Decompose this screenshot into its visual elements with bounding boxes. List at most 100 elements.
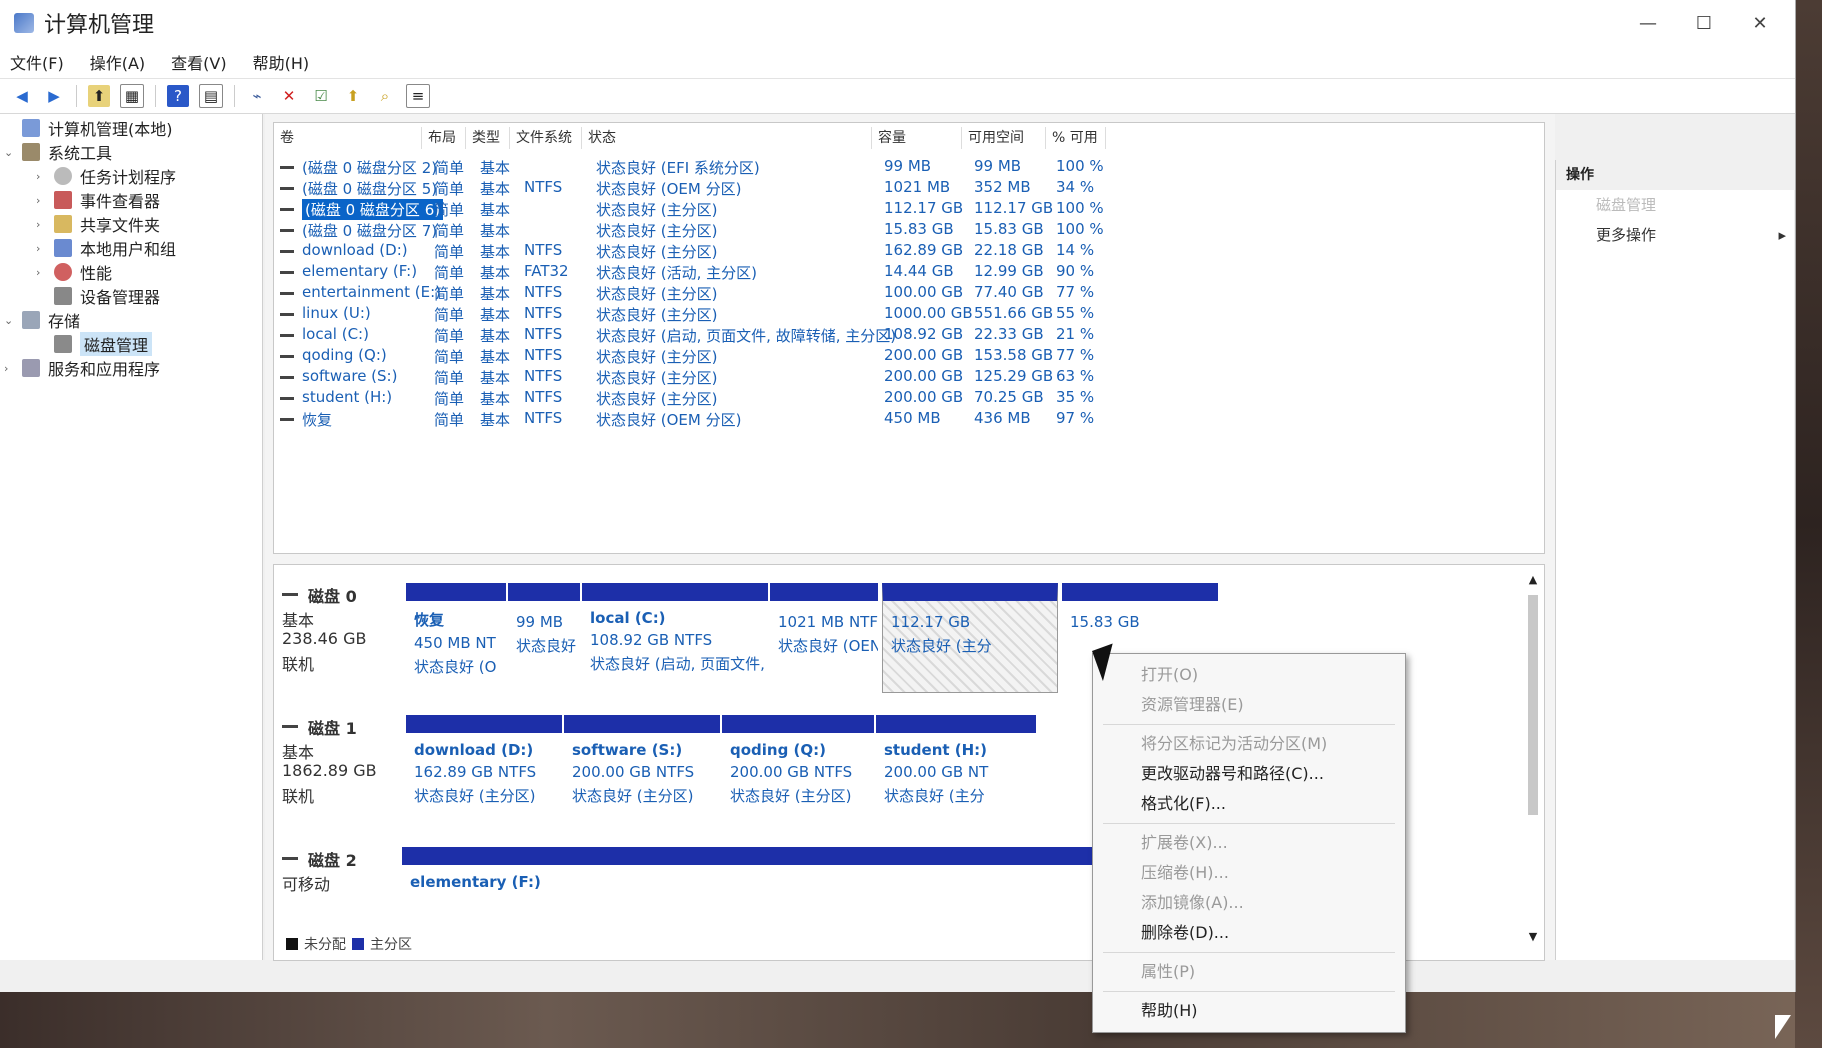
table-cell: 100 % [1056, 157, 1104, 175]
chevron-down-icon[interactable]: ⌄ [4, 314, 18, 327]
partition-status: 状态良好 (主分 [891, 637, 992, 655]
tree-item-performance[interactable]: › 性能 [36, 260, 112, 284]
partition-block[interactable]: 112.17 GB 状态良好 (主分 [882, 583, 1058, 693]
table-cell: 352 MB [974, 178, 1031, 196]
column-header-filesystem[interactable]: 文件系统 [510, 127, 582, 149]
tree-item-label: 系统工具 [48, 144, 113, 163]
table-cell: 状态良好 (活动, 主分区) [596, 264, 758, 282]
actions-pane: 操作 磁盘管理 更多操作 ▸ [1555, 160, 1794, 960]
context-menu-item[interactable]: 格式化(F)... [1093, 789, 1405, 819]
chevron-right-icon[interactable]: › [4, 362, 18, 375]
list-icon[interactable]: ≡ [406, 84, 430, 108]
menu-help[interactable]: 帮助(H) [253, 50, 310, 74]
disk-label[interactable]: 磁盘 2 可移动 [274, 847, 404, 937]
export-icon[interactable]: ⬆ [342, 85, 364, 107]
menu-action[interactable]: 操作(A) [90, 50, 145, 74]
tree-item-services-applications[interactable]: › 服务和应用程序 [4, 356, 160, 380]
table-cell: (磁盘 0 磁盘分区 5) [302, 180, 438, 198]
partition-block[interactable]: student (H:) 200.00 GB NT 状态良好 (主分 [876, 715, 1036, 825]
tree-item-local-users[interactable]: › 本地用户和组 [36, 236, 176, 260]
table-row[interactable]: 恢复 简单 基本 NTFS 状态良好 (OEM 分区) 450 MB 436 MB 97 % [274, 407, 1534, 431]
delete-icon[interactable]: ✕ [278, 85, 300, 107]
forward-icon[interactable]: ▶ [43, 85, 65, 107]
column-header-status[interactable]: 状态 [582, 127, 872, 149]
column-header-type[interactable]: 类型 [466, 127, 510, 149]
actions-more[interactable]: 更多操作 ▸ [1556, 220, 1794, 250]
partition-block[interactable]: local (C:) 108.92 GB NTFS 状态良好 (启动, 页面文件, [582, 583, 768, 693]
context-menu-item: 将分区标记为活动分区(M) [1141, 734, 1328, 753]
table-cell: NTFS [524, 388, 563, 406]
context-menu-item: 资源管理器(E) [1141, 695, 1244, 714]
legend-primary: 主分区 [370, 937, 412, 953]
tree-item-storage[interactable]: ⌄ 存储 [4, 308, 80, 332]
column-header-percent-free[interactable]: % 可用 [1046, 127, 1106, 149]
chevron-right-icon[interactable]: › [36, 266, 50, 279]
chevron-right-icon[interactable]: › [36, 194, 50, 207]
tree-item-label: 共享文件夹 [80, 216, 161, 235]
disk-label[interactable]: 磁盘 0 基本 238.46 GB 联机 [274, 583, 404, 674]
table-cell: 108.92 GB [884, 325, 964, 343]
context-menu-item[interactable]: 删除卷(D)... [1093, 918, 1405, 948]
scrollbar-thumb[interactable] [1528, 595, 1538, 815]
help-icon[interactable]: ? [167, 85, 189, 107]
column-header-layout[interactable]: 布局 [422, 127, 466, 149]
table-cell: 99 MB [884, 157, 932, 175]
partition-name: software (S:) [572, 741, 683, 759]
table-cell: 162.89 GB [884, 241, 964, 259]
maximize-button[interactable]: ☐ [1676, 0, 1732, 46]
back-icon[interactable]: ◀ [11, 85, 33, 107]
table-cell: 状态良好 (主分区) [596, 306, 718, 324]
table-cell: 简单 [434, 264, 465, 282]
context-menu-item[interactable]: 更改驱动器号和路径(C)... [1093, 759, 1405, 789]
partition-block[interactable]: 1021 MB NTF 状态良好 (OEN [770, 583, 878, 693]
tree-item-event-viewer[interactable]: › 事件查看器 [36, 188, 160, 212]
disk-status: 联机 [282, 787, 315, 806]
scroll-up-icon[interactable]: ▲ [1526, 573, 1540, 586]
menu-view[interactable]: 查看(V) [171, 50, 226, 74]
connect-icon[interactable]: ⌁ [246, 85, 268, 107]
menu-file[interactable]: 文件(F) [10, 50, 64, 74]
partition-name: download (D:) [414, 741, 534, 759]
properties-icon[interactable]: ▤ [199, 84, 223, 108]
disk-label[interactable]: 磁盘 1 基本 1862.89 GB 联机 [274, 715, 404, 806]
column-header-free-space[interactable]: 可用空间 [962, 127, 1046, 149]
search-icon[interactable]: ⌕ [374, 85, 396, 107]
check-icon[interactable]: ☑ [310, 85, 332, 107]
disk-map-scrollbar[interactable]: ▲ ▼ [1526, 573, 1540, 943]
context-menu-item[interactable]: 帮助(H) [1093, 996, 1405, 1026]
chevron-down-icon[interactable]: ⌄ [4, 146, 18, 159]
column-header-capacity[interactable]: 容量 [872, 127, 962, 149]
tree-item-shared-folders[interactable]: › 共享文件夹 [36, 212, 160, 236]
minimize-button[interactable]: — [1620, 0, 1676, 46]
up-icon[interactable]: ⬆ [88, 85, 110, 107]
tree-item-task-scheduler[interactable]: › 任务计划程序 [36, 164, 176, 188]
chevron-right-icon[interactable]: › [36, 170, 50, 183]
tree-item-disk-management[interactable]: 磁盘管理 [36, 332, 153, 356]
partition-block[interactable]: 恢复 450 MB NT 状态良好 (O [406, 583, 506, 693]
scroll-down-icon[interactable]: ▼ [1526, 930, 1540, 943]
actions-disk-management[interactable]: 磁盘管理 [1556, 190, 1794, 220]
show-hide-console-tree-icon[interactable]: ▦ [120, 84, 144, 108]
context-menu: 打开(O) 资源管理器(E) 将分区标记为活动分区(M) 更改驱动器号和路径(C)..… [1092, 653, 1406, 1033]
partition-block[interactable]: 99 MB 状态良好 [508, 583, 580, 693]
chevron-right-icon[interactable]: › [36, 218, 50, 231]
tree-item-system-tools[interactable]: ⌄ 系统工具 [4, 140, 112, 164]
partition-block[interactable]: qoding (Q:) 200.00 GB NTFS 状态良好 (主分区) [722, 715, 874, 825]
table-cell: 12.99 GB [974, 262, 1044, 280]
toolbar-separator [234, 85, 235, 107]
tree-item-device-manager[interactable]: 设备管理器 [36, 284, 160, 308]
column-header-volume[interactable]: 卷 [274, 127, 422, 149]
chevron-right-icon[interactable]: › [36, 242, 50, 255]
close-button[interactable]: ✕ [1732, 0, 1788, 46]
partition-size: 450 MB NT [414, 634, 496, 652]
partition-size: 162.89 GB NTFS [414, 763, 537, 781]
partition-block[interactable]: software (S:) 200.00 GB NTFS 状态良好 (主分区) [564, 715, 720, 825]
table-cell: elementary (F:) [302, 262, 418, 280]
table-cell: 200.00 GB [884, 367, 964, 385]
table-cell: 基本 [480, 159, 511, 177]
chevron-right-icon: ▸ [1778, 226, 1786, 244]
toolbar-separator [155, 85, 156, 107]
toolbar-separator [76, 85, 77, 107]
tree-item-computer-management[interactable]: 计算机管理(本地) [4, 116, 173, 140]
partition-block[interactable]: download (D:) 162.89 GB NTFS 状态良好 (主分区) [406, 715, 562, 825]
